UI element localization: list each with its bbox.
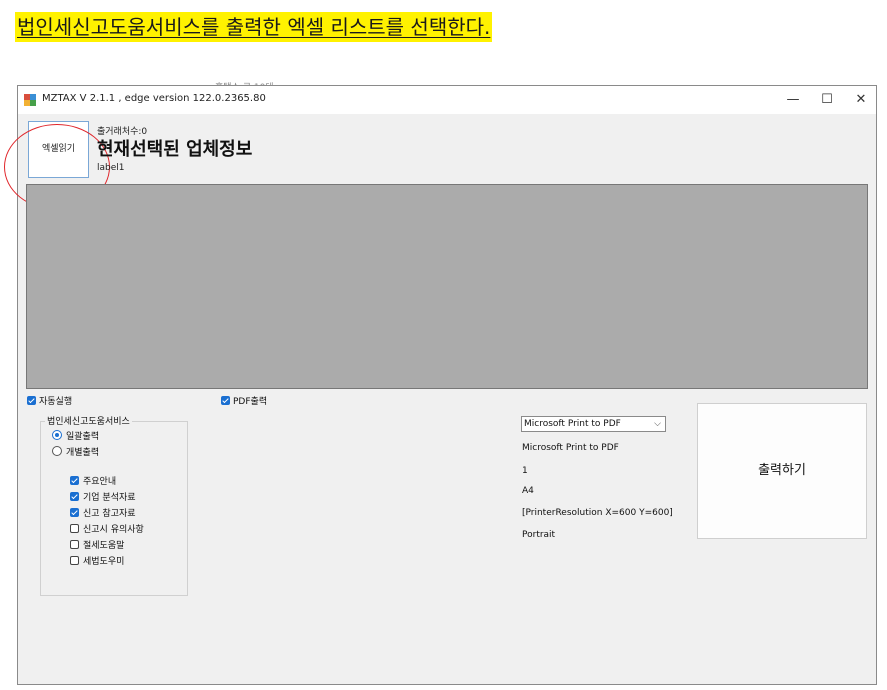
window-title: MZTAX V 2.1.1 , edge version 122.0.2365.… <box>42 93 266 104</box>
auto-run-label: 자동실행 <box>39 397 73 407</box>
filing-reference-label: 신고 참고자료 <box>83 509 136 519</box>
app-window: MZTAX V 2.1.1 , edge version 122.0.2365.… <box>4 85 877 685</box>
printer-name: Microsoft Print to PDF <box>522 443 619 453</box>
individual-output-label: 개별출력 <box>66 448 100 458</box>
pdf-output-label: PDF출력 <box>233 397 268 407</box>
print-button[interactable]: 출력하기 <box>697 403 867 539</box>
label1: label1 <box>97 163 125 173</box>
filing-reference-checkbox[interactable] <box>70 508 79 517</box>
close-button[interactable]: ✕ <box>844 88 878 112</box>
printer-resolution: [PrinterResolution X=600 Y=600] <box>522 508 673 518</box>
printer-copies: 1 <box>522 466 528 476</box>
maximize-button[interactable]: ☐ <box>810 88 844 112</box>
company-analysis-checkbox[interactable] <box>70 492 79 501</box>
main-guide-checkbox[interactable] <box>70 476 79 485</box>
data-grid[interactable] <box>26 184 868 389</box>
company-analysis-label: 기업 분석자료 <box>83 493 136 503</box>
tax-law-helper-checkbox[interactable] <box>70 556 79 565</box>
printer-select[interactable]: Microsoft Print to PDF ⌵ <box>521 416 666 432</box>
batch-output-radio[interactable] <box>52 430 62 440</box>
individual-output-radio[interactable] <box>52 446 62 456</box>
batch-output-label: 일괄출력 <box>66 432 100 442</box>
printer-paper: A4 <box>522 486 534 496</box>
app-logo-icon <box>24 94 36 106</box>
filing-caution-checkbox[interactable] <box>70 524 79 533</box>
service-groupbox-legend: 법인세신고도움서비스 <box>45 414 132 427</box>
title-bar[interactable]: MZTAX V 2.1.1 , edge version 122.0.2365.… <box>18 86 876 114</box>
tax-saving-tips-checkbox[interactable] <box>70 540 79 549</box>
instruction-text: 법인세신고도움서비스를 출력한 엑셀 리스트를 선택한다. <box>15 12 493 42</box>
filing-caution-label: 신고시 유의사항 <box>83 525 144 535</box>
main-guide-label: 주요안내 <box>83 477 117 487</box>
tax-law-helper-label: 세법도우미 <box>83 557 125 567</box>
tax-saving-tips-label: 절세도움말 <box>83 541 125 551</box>
minimize-button[interactable]: — <box>776 88 810 112</box>
printer-select-value: Microsoft Print to PDF <box>524 419 621 429</box>
printer-orientation: Portrait <box>522 530 556 540</box>
chevron-down-icon: ⌵ <box>654 419 661 429</box>
company-info-heading: 현재선택된 업체정보 <box>97 139 253 160</box>
auto-run-checkbox[interactable] <box>27 396 36 405</box>
pdf-output-checkbox[interactable] <box>221 396 230 405</box>
